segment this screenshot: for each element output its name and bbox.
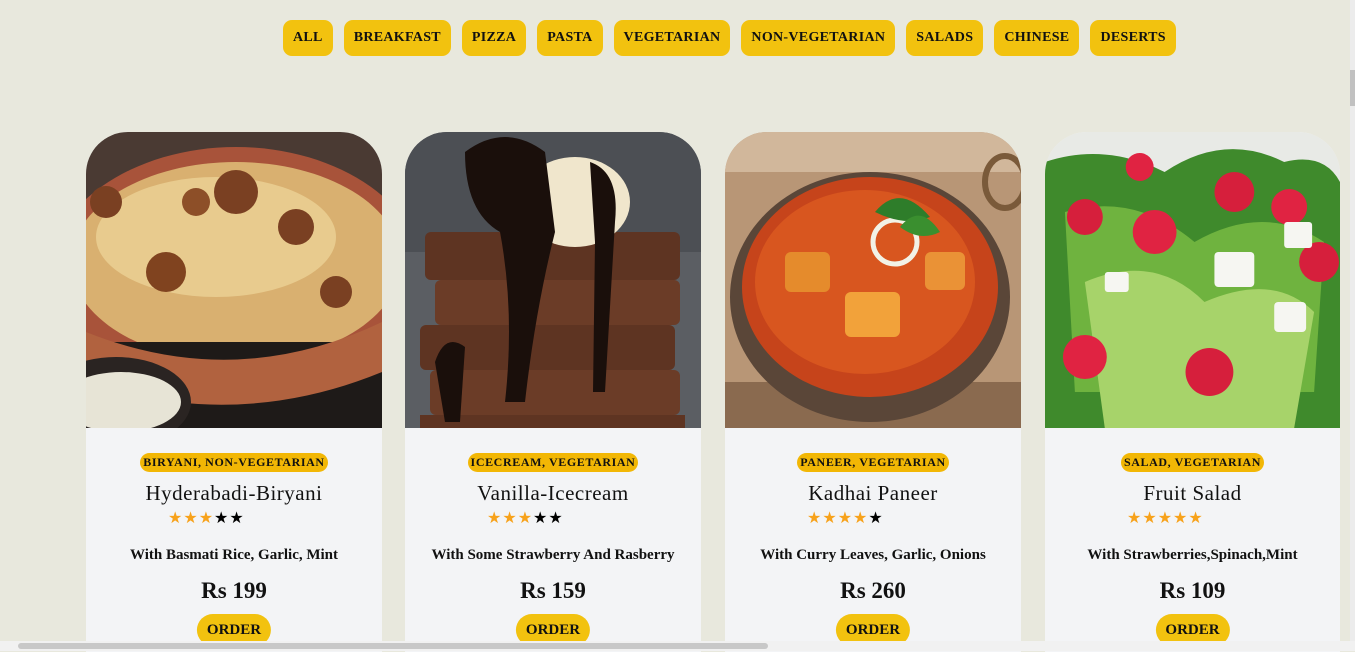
- food-name: Fruit Salad: [1143, 481, 1242, 505]
- fruit-salad-image: [1045, 132, 1340, 428]
- star-filled-icon: ★: [168, 510, 184, 527]
- horizontal-scrollbar[interactable]: [0, 641, 1355, 651]
- food-price: Rs 260: [840, 578, 906, 603]
- menu-card: BIRYANI, NON-VEGETARIAN Hyderabadi-Birya…: [86, 132, 382, 652]
- star-filled-icon: ★: [487, 510, 503, 527]
- star-rating: ★★★★★: [807, 508, 884, 528]
- star-filled-icon: ★: [198, 510, 215, 527]
- food-tags: BIRYANI, NON-VEGETARIAN: [140, 453, 328, 472]
- star-filled-icon: ★: [853, 510, 869, 527]
- menu-card: PANEER, VEGETARIAN Kadhai Paneer ★★★★★ W…: [725, 132, 1021, 652]
- vertical-scrollbar[interactable]: [1350, 0, 1355, 651]
- filter-pasta-button[interactable]: PASTA: [537, 20, 603, 56]
- star-filled-icon: ★: [837, 510, 854, 527]
- star-empty-icon: ★: [548, 510, 564, 527]
- food-price: Rs 159: [520, 578, 586, 603]
- menu-card: ICECREAM, VEGETARIAN Vanilla-Icecream ★★…: [405, 132, 701, 652]
- food-price: Rs 109: [1159, 578, 1226, 603]
- filter-vegetarian-button[interactable]: VEGETARIAN: [613, 20, 731, 56]
- food-tags: ICECREAM, VEGETARIAN: [467, 453, 639, 472]
- star-filled-icon: ★: [1127, 510, 1143, 527]
- star-filled-icon: ★: [822, 510, 838, 527]
- star-rating: ★★★★★: [168, 508, 245, 528]
- star-rating: ★★★★★: [487, 508, 564, 528]
- food-description: With Curry Leaves, Garlic, Onions: [760, 547, 986, 563]
- horizontal-scrollbar-thumb[interactable]: [18, 643, 768, 649]
- category-filter-bar: ALL BREAKFAST PIZZA PASTA VEGETARIAN NON…: [283, 20, 1176, 56]
- filter-chinese-button[interactable]: CHINESE: [994, 20, 1080, 56]
- kadhai-paneer-image: [725, 132, 1021, 428]
- food-tags: SALAD, VEGETARIAN: [1120, 453, 1265, 472]
- star-empty-icon: ★: [229, 510, 245, 527]
- filter-breakfast-button[interactable]: BREAKFAST: [343, 20, 451, 56]
- food-description: With Basmati Rice, Garlic, Mint: [129, 547, 339, 563]
- star-empty-icon: ★: [214, 510, 230, 527]
- filter-pizza-button[interactable]: PIZZA: [461, 20, 527, 56]
- food-name: Vanilla-Icecream: [477, 481, 629, 505]
- star-empty-icon: ★: [868, 510, 884, 527]
- food-description: With Strawberries,Spinach,Mint: [1087, 547, 1298, 563]
- brownie-icecream-image: [405, 132, 701, 428]
- filter-deserts-button[interactable]: DESERTS: [1090, 20, 1176, 56]
- star-filled-icon: ★: [1142, 510, 1158, 527]
- star-filled-icon: ★: [183, 510, 199, 527]
- filter-non-vegetarian-button[interactable]: NON-VEGETARIAN: [741, 20, 896, 56]
- vertical-scrollbar-thumb[interactable]: [1350, 70, 1355, 106]
- food-tags: PANEER, VEGETARIAN: [797, 453, 949, 472]
- food-description: With Some Strawberry And Rasberry: [431, 547, 675, 563]
- star-filled-icon: ★: [1173, 510, 1189, 527]
- star-rating: ★★★★★: [1127, 508, 1204, 528]
- star-empty-icon: ★: [533, 510, 549, 527]
- filter-all-button[interactable]: ALL: [283, 20, 333, 56]
- star-filled-icon: ★: [1157, 510, 1174, 527]
- filter-salads-button[interactable]: SALADS: [906, 20, 984, 56]
- star-filled-icon: ★: [517, 510, 534, 527]
- star-filled-icon: ★: [807, 510, 823, 527]
- food-name: Kadhai Paneer: [808, 481, 938, 505]
- biryani-image: [86, 132, 382, 428]
- food-name: Hyderabadi-Biryani: [145, 481, 323, 505]
- menu-card: SALAD, VEGETARIAN Fruit Salad ★★★★★ With…: [1045, 132, 1340, 652]
- star-filled-icon: ★: [502, 510, 518, 527]
- food-price: Rs 199: [201, 578, 267, 603]
- star-filled-icon: ★: [1188, 510, 1204, 527]
